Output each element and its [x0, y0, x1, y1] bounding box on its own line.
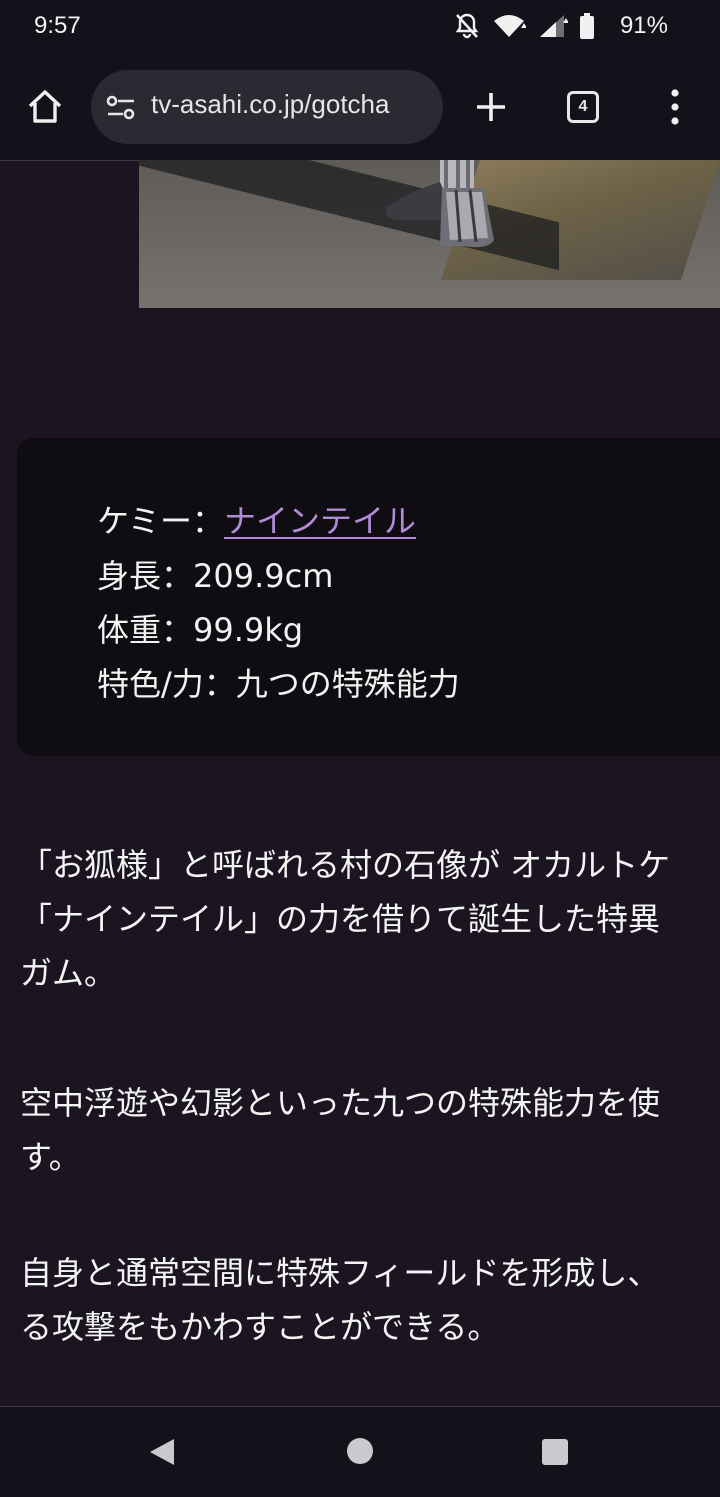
- paragraph-line: 「お狐様」と呼ばれる村の石像が オカルトケ: [20, 846, 671, 884]
- home-icon[interactable]: [26, 88, 64, 130]
- back-icon[interactable]: [148, 1437, 176, 1471]
- paragraph-3: 自身と通常空間に特殊フィールドを形成し、 る攻撃をもかわすことができる。: [20, 1246, 720, 1354]
- height-row: 身長：209.9cm: [97, 557, 334, 595]
- paragraph-2: 空中浮遊や幻影といった九つの特殊能力を使 す。: [20, 1076, 720, 1184]
- paragraph-line: す。: [20, 1138, 81, 1176]
- wifi-icon: [492, 13, 527, 43]
- recents-icon[interactable]: [541, 1438, 569, 1470]
- tab-switcher-icon[interactable]: 4: [567, 91, 599, 123]
- notifications-off-icon: [454, 12, 480, 44]
- cell-signal-icon: [538, 13, 569, 43]
- status-bar: 9:57 91%: [0, 0, 720, 56]
- paragraph-line: 自身と通常空間に特殊フィールドを形成し、: [20, 1254, 660, 1292]
- url-text[interactable]: tv-asahi.co.jp/gotcha: [151, 89, 389, 120]
- paragraph-line: る攻撃をもかわすことができる。: [20, 1308, 500, 1346]
- character-info-box: ケミー：ナインテイル 身長：209.9cm 体重：99.9kg 特色/力：九つの…: [17, 438, 720, 756]
- weight-row: 体重：99.9kg: [97, 611, 304, 649]
- status-time: 9:57: [34, 12, 81, 39]
- trait-row: 特色/力：九つの特殊能力: [97, 665, 460, 703]
- paragraph-1: 「お狐様」と呼ばれる村の石像が オカルトケ 「ナインテイル」の力を借りて誕生した…: [20, 838, 720, 1000]
- chemy-row: ケミー：ナインテイル: [97, 496, 416, 542]
- battery-icon: [580, 13, 594, 43]
- boots-figure: [385, 160, 494, 248]
- address-bar[interactable]: tv-asahi.co.jp/gotcha: [91, 70, 443, 144]
- browser-toolbar: tv-asahi.co.jp/gotcha 4: [0, 56, 720, 161]
- paragraph-line: 「ナインテイル」の力を借りて誕生した特異: [20, 900, 661, 938]
- paragraph-line: ガム。: [20, 954, 117, 992]
- menu-icon[interactable]: [669, 89, 681, 129]
- character-photo: [139, 160, 720, 308]
- chemy-link[interactable]: ナインテイル: [224, 502, 416, 540]
- system-nav-bar: [0, 1406, 720, 1497]
- chemy-label: ケミー：: [97, 502, 225, 540]
- home-circle-icon[interactable]: [346, 1437, 374, 1469]
- status-icons: [454, 12, 594, 44]
- site-settings-icon[interactable]: [105, 94, 137, 126]
- paragraph-line: 空中浮遊や幻影といった九つの特殊能力を使: [20, 1084, 661, 1122]
- new-tab-icon[interactable]: [474, 90, 508, 128]
- battery-percent: 91%: [619, 12, 668, 39]
